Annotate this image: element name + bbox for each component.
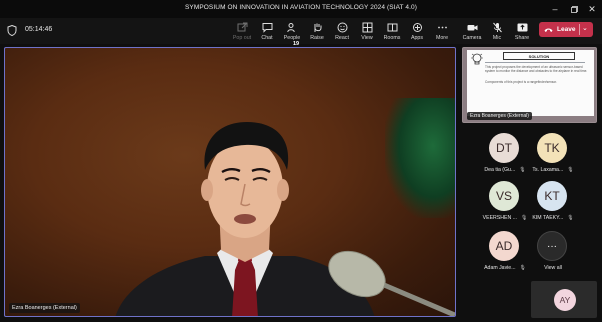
leave-label: Leave — [557, 26, 576, 33]
avatar: VS — [489, 181, 519, 211]
participant-name: Dea tia (Gu... — [484, 167, 516, 173]
phone-hangup-icon — [544, 27, 552, 32]
view-icon — [362, 22, 372, 33]
share-icon — [517, 23, 527, 32]
react-button[interactable]: React — [328, 20, 356, 43]
doc-paragraph-2: Components of this project is a rangefin… — [485, 80, 557, 84]
mic-button[interactable]: Mic — [483, 20, 511, 43]
camera-button[interactable]: Camera — [458, 20, 486, 43]
raise-hand-button[interactable]: Raise — [303, 20, 331, 43]
maximize-icon[interactable] — [568, 3, 580, 15]
leave-divider — [579, 24, 580, 35]
self-view-tile[interactable]: AY — [531, 281, 597, 318]
speaker-name-label: Ezra Boanerges (External) — [9, 303, 80, 313]
self-avatar: AY — [554, 289, 576, 311]
popout-button[interactable]: Pop out — [228, 20, 256, 43]
view-button[interactable]: View — [353, 20, 381, 43]
shared-document: SOLUTION This project proposes the devel… — [467, 50, 594, 116]
chevron-down-icon[interactable]: ⌄ — [582, 24, 588, 32]
rooms-button[interactable]: Rooms — [378, 20, 406, 43]
minimize-icon[interactable]: – — [549, 3, 561, 15]
people-icon — [286, 23, 295, 33]
participant-name: KIM TAEKY... — [532, 215, 564, 221]
chat-icon — [262, 23, 272, 33]
mic-off-icon: 🎙︎ — [567, 215, 574, 221]
meeting-timer: 05:14:46 — [25, 26, 53, 33]
participant-name: Ts. Laxama... — [532, 167, 564, 173]
mic-off-icon: 🎙︎ — [567, 167, 574, 173]
doc-rule — [485, 62, 585, 63]
more-icon — [437, 26, 447, 29]
presenter-label: Ezra Boanerges (External) — [467, 112, 532, 120]
avatar: AD — [489, 231, 519, 261]
view-all-label: View all — [544, 265, 562, 271]
more-icon: ··· — [537, 231, 567, 261]
mic-off-icon — [492, 22, 502, 33]
meeting-toolbar: 05:14:46 Pop out Chat People 19 Raise Re… — [0, 18, 602, 47]
window-title: SYMPOSIUM ON INNOVATION IN AVIATION TECH… — [184, 4, 418, 11]
title-bar: SYMPOSIUM ON INNOVATION IN AVIATION TECH… — [0, 0, 602, 18]
participant-tile[interactable]: TK Ts. Laxama... 🎙︎ — [520, 133, 586, 179]
apps-button[interactable]: Apps — [403, 20, 431, 43]
main-video-stage[interactable]: Ezra Boanerges (External) — [4, 47, 456, 317]
participant-name: Adam Javie... — [484, 265, 516, 271]
avatar: DT — [489, 133, 519, 163]
participant-tile[interactable]: KT KIM TAEKY... 🎙︎ — [520, 181, 586, 227]
view-all-button[interactable]: ··· View all — [520, 231, 586, 277]
doc-heading: SOLUTION — [503, 52, 575, 60]
chat-button[interactable]: Chat — [253, 20, 281, 43]
avatar: KT — [537, 181, 567, 211]
avatar: TK — [537, 133, 567, 163]
more-button[interactable]: More — [428, 20, 456, 43]
speaker-video — [115, 122, 455, 316]
camera-icon — [467, 25, 477, 31]
leave-button[interactable]: Leave ⌄ — [539, 22, 593, 37]
participant-name: VEERSHEN ... — [482, 215, 517, 221]
popout-icon — [237, 22, 247, 32]
people-button[interactable]: People — [278, 20, 306, 43]
smile-icon — [337, 22, 347, 33]
rooms-icon — [387, 23, 397, 32]
lightbulb-icon — [471, 53, 483, 65]
shared-screen-tile[interactable]: SOLUTION This project proposes the devel… — [462, 47, 597, 123]
close-icon[interactable]: ✕ — [586, 3, 598, 15]
apps-icon — [412, 23, 422, 32]
shield-icon — [7, 25, 17, 36]
hand-icon — [314, 23, 321, 32]
doc-paragraph-1: This project proposes the development of… — [485, 65, 588, 73]
share-button[interactable]: Share — [508, 20, 536, 43]
